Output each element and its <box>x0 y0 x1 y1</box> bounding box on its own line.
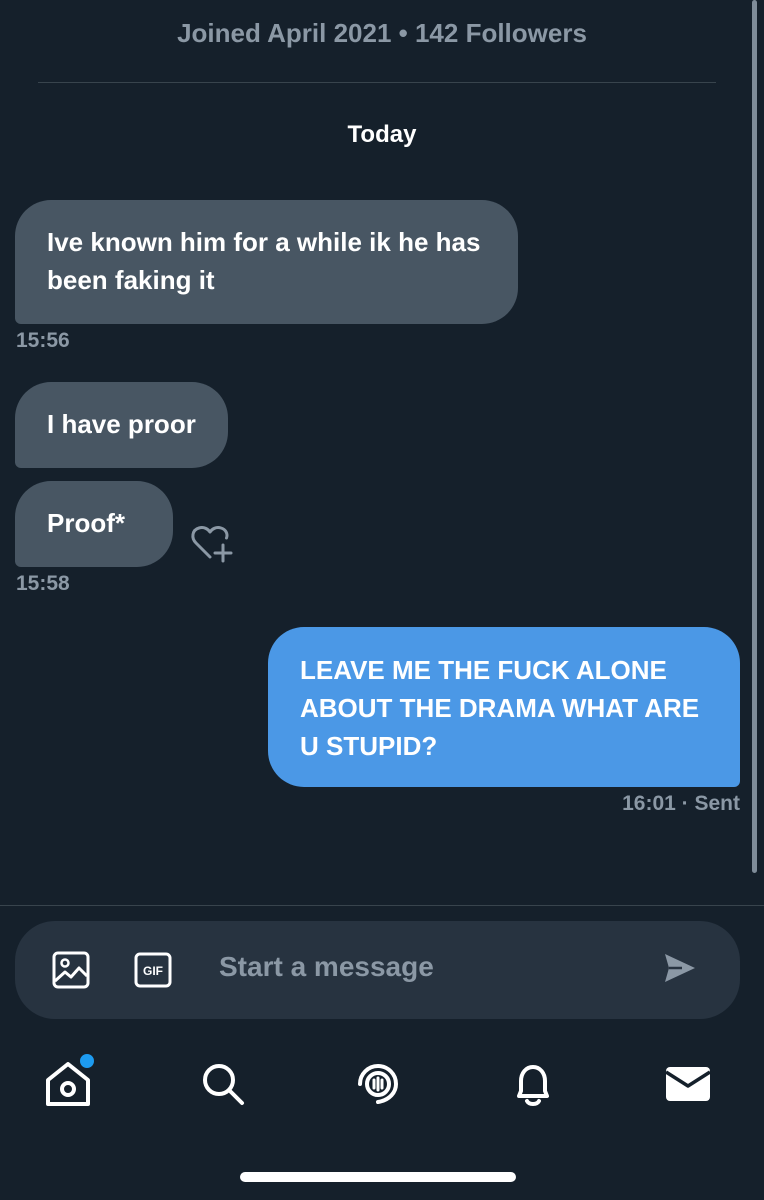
message-timestamp-sent: 16:01 · Sent <box>622 792 740 815</box>
home-indicator[interactable] <box>240 1172 516 1182</box>
message-bubble-received[interactable]: Proof* <box>15 481 173 567</box>
notification-dot <box>78 1052 96 1070</box>
date-separator: Today <box>347 121 417 148</box>
profile-meta: Joined April 2021 • 142 Followers <box>177 18 587 48</box>
send-icon[interactable] <box>662 951 698 985</box>
message-timestamp: 15:58 <box>16 572 70 595</box>
scrollbar[interactable] <box>752 0 757 873</box>
message-bubble-sent[interactable]: LEAVE ME THE FUCK ALONE ABOUT THE DRAMA … <box>268 627 740 787</box>
message-input[interactable]: Start a message <box>219 951 434 983</box>
dm-conversation-screen: Joined April 2021 • 142 Followers Today … <box>0 0 764 1200</box>
image-icon[interactable] <box>52 951 90 989</box>
message-bubble-received[interactable]: Ive known him for a while ik he has been… <box>15 200 518 324</box>
messages-icon[interactable] <box>662 1058 714 1110</box>
message-timestamp: 15:56 <box>16 329 70 352</box>
notifications-icon[interactable] <box>507 1058 559 1110</box>
spaces-icon[interactable] <box>352 1058 404 1110</box>
svg-text:GIF: GIF <box>143 964 163 978</box>
search-icon[interactable] <box>197 1058 249 1110</box>
add-reaction-icon[interactable] <box>190 521 236 565</box>
divider <box>38 82 716 83</box>
gif-icon[interactable]: GIF <box>134 952 172 988</box>
message-composer: GIF Start a message <box>15 921 740 1019</box>
divider <box>0 905 764 906</box>
message-bubble-received[interactable]: I have proor <box>15 382 228 468</box>
